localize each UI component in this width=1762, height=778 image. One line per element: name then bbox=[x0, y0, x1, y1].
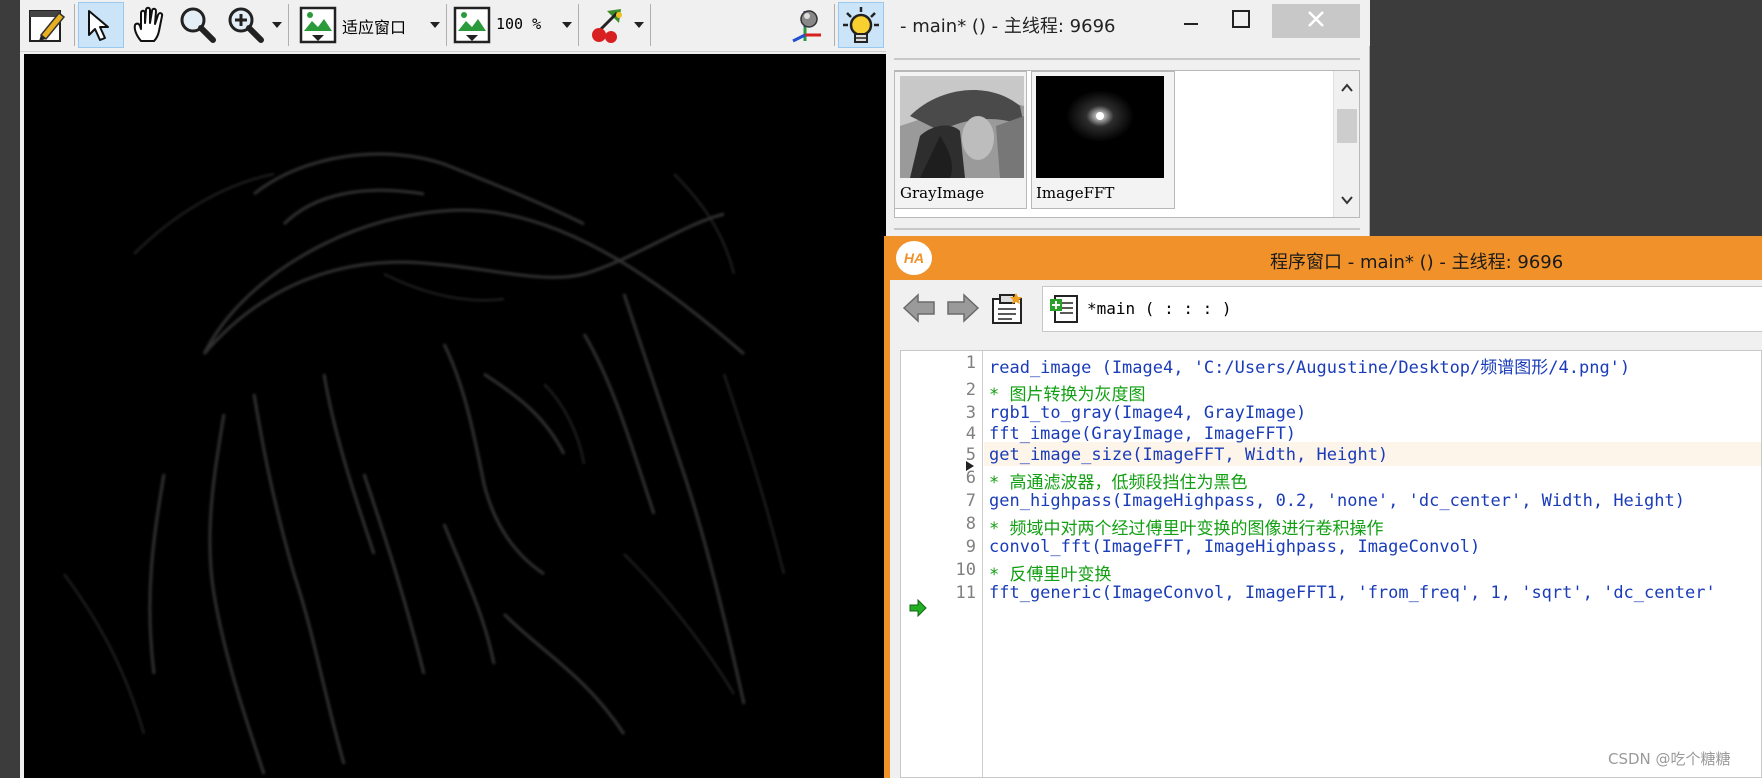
program-window-title: 程序窗口 - main* () - 主线程: 9696 bbox=[1270, 252, 1564, 273]
clipboard-button[interactable] bbox=[988, 292, 1026, 328]
zoom-percent-dropdown-arrow[interactable] bbox=[562, 22, 572, 28]
line-number: 9 bbox=[965, 537, 976, 557]
draw-color-icon bbox=[589, 5, 629, 45]
procedure-label: *main ( : : : ) bbox=[1087, 299, 1232, 318]
code-line[interactable]: rgb1_to_gray(Image4, GrayImage) bbox=[989, 403, 1306, 423]
draw-color-dropdown-arrow[interactable] bbox=[634, 22, 644, 28]
minimize-icon bbox=[1183, 11, 1199, 31]
minimize-button[interactable] bbox=[1166, 4, 1216, 38]
3d-view-icon bbox=[787, 5, 827, 45]
back-arrow-icon bbox=[902, 293, 936, 327]
procedure-selector[interactable]: *main ( : : : ) bbox=[1042, 286, 1762, 332]
hand-button[interactable] bbox=[126, 2, 172, 48]
pointer-button[interactable] bbox=[78, 2, 124, 48]
code-line[interactable]: read_image (Image4, 'C:/Users/Augustine/… bbox=[989, 353, 1630, 378]
fit-window-button[interactable] bbox=[296, 2, 340, 48]
pc-arrow-icon bbox=[909, 598, 927, 621]
magnify-icon bbox=[177, 5, 217, 45]
3d-view-button[interactable] bbox=[784, 2, 830, 48]
code-line[interactable]: convol_fft(ImageFFT, ImageHighpass, Imag… bbox=[989, 537, 1480, 557]
zoom-in-icon bbox=[225, 5, 265, 45]
zoom-percent-button[interactable] bbox=[450, 2, 494, 48]
code-comment-line[interactable]: * 高通滤波器，低频段挡住为黑色 bbox=[989, 468, 1247, 493]
line-number: 4 bbox=[965, 424, 976, 444]
help-lightbulb-button[interactable] bbox=[838, 2, 884, 48]
variable-panel-scrollbar[interactable] bbox=[1333, 71, 1359, 217]
graphics-toolbar: 适应窗口 100 % bbox=[20, 0, 886, 52]
code-editor[interactable]: 1 2 3 4 5 6 7 8 9 10 11 read_image (Image4, 'C:/Us… bbox=[900, 350, 1762, 778]
program-window: HA 程序窗口 - main* () - 主线程: 9696 *main (:… bbox=[884, 236, 1762, 778]
code-line[interactable]: gen_highpass(ImageHighpass, 0.2, 'none',… bbox=[989, 491, 1685, 511]
zoom-percent-icon bbox=[452, 5, 492, 45]
grayimage-thumbnail bbox=[900, 76, 1024, 178]
set-parameters-button[interactable] bbox=[24, 2, 70, 48]
code-comment-line[interactable]: * 图片转换为灰度图 bbox=[989, 380, 1145, 405]
zoom-percent-label: 100 % bbox=[496, 15, 542, 33]
watermark: CSDN @吃个糖糖 bbox=[1608, 750, 1731, 768]
zoom-dropdown-arrow[interactable] bbox=[272, 22, 282, 28]
variable-name: GrayImage bbox=[900, 184, 985, 202]
line-number: 7 bbox=[965, 491, 976, 511]
variable-item-grayimage[interactable]: GrayImage bbox=[895, 71, 1027, 209]
variable-window-titlebar: - main* () - 主线程: 9696 bbox=[886, 0, 1370, 46]
iconic-variables-panel: GrayImage ImageFFT bbox=[894, 70, 1360, 218]
imagefft-thumbnail bbox=[1036, 76, 1164, 178]
draw-color-button[interactable] bbox=[586, 2, 632, 48]
image-display-canvas[interactable] bbox=[24, 54, 886, 778]
close-icon bbox=[1307, 10, 1325, 32]
forward-button[interactable] bbox=[944, 292, 982, 328]
clipboard-icon bbox=[990, 291, 1024, 329]
code-line[interactable]: fft_image(GrayImage, ImageFFT) bbox=[989, 424, 1296, 444]
maximize-button[interactable] bbox=[1216, 4, 1266, 38]
program-toolbar: *main ( : : : ) bbox=[890, 280, 1762, 340]
magnify-button[interactable] bbox=[174, 2, 220, 48]
zoom-in-button[interactable] bbox=[222, 2, 268, 48]
line-number: 11 bbox=[955, 583, 976, 603]
variable-window-title: - main* () - 主线程: 9696 bbox=[900, 16, 1116, 37]
line-number: 2 bbox=[965, 380, 976, 400]
maximize-icon bbox=[1232, 10, 1250, 32]
variable-item-imagefft[interactable]: ImageFFT bbox=[1031, 71, 1175, 209]
forward-arrow-icon bbox=[946, 293, 980, 327]
pointer-icon bbox=[81, 5, 121, 45]
line-number: 1 bbox=[965, 353, 976, 373]
code-comment-line[interactable]: * 反傅里叶变换 bbox=[989, 560, 1111, 585]
line-number: 10 bbox=[955, 560, 976, 580]
line-number: 6 bbox=[965, 468, 976, 488]
line-number: 8 bbox=[965, 514, 976, 534]
line-number-gutter: 1 2 3 4 5 6 7 8 9 10 11 bbox=[901, 351, 983, 777]
halcon-logo: HA bbox=[896, 241, 932, 275]
code-line[interactable]: fft_generic(ImageConvol, ImageFFT1, 'fro… bbox=[989, 583, 1716, 603]
zoom-mode-dropdown-arrow[interactable] bbox=[430, 22, 440, 28]
line-number: 5 bbox=[965, 445, 976, 465]
zoom-mode-label: 适应窗口 bbox=[342, 18, 407, 37]
lightbulb-icon bbox=[841, 5, 881, 45]
line-number: 3 bbox=[965, 403, 976, 423]
hand-icon bbox=[129, 5, 169, 45]
variable-window: - main* () - 主线程: 9696 GrayImage ImageFF… bbox=[886, 0, 1370, 240]
fit-window-icon bbox=[298, 5, 338, 45]
graphics-window: 适应窗口 100 % bbox=[20, 0, 886, 778]
highpass-image-edges bbox=[63, 152, 785, 775]
program-window-titlebar: HA 程序窗口 - main* () - 主线程: 9696 bbox=[890, 236, 1762, 280]
close-button[interactable] bbox=[1272, 4, 1360, 38]
variable-name: ImageFFT bbox=[1036, 184, 1115, 202]
set-parameters-icon bbox=[27, 5, 67, 45]
procedure-icon bbox=[1047, 291, 1083, 327]
back-button[interactable] bbox=[900, 292, 938, 328]
scrollbar-thumb[interactable] bbox=[1337, 109, 1357, 143]
code-comment-line[interactable]: * 频域中对两个经过傅里叶变换的图像进行卷积操作 bbox=[989, 514, 1383, 539]
code-line[interactable]: get_image_size(ImageFFT, Width, Height) bbox=[989, 445, 1388, 465]
